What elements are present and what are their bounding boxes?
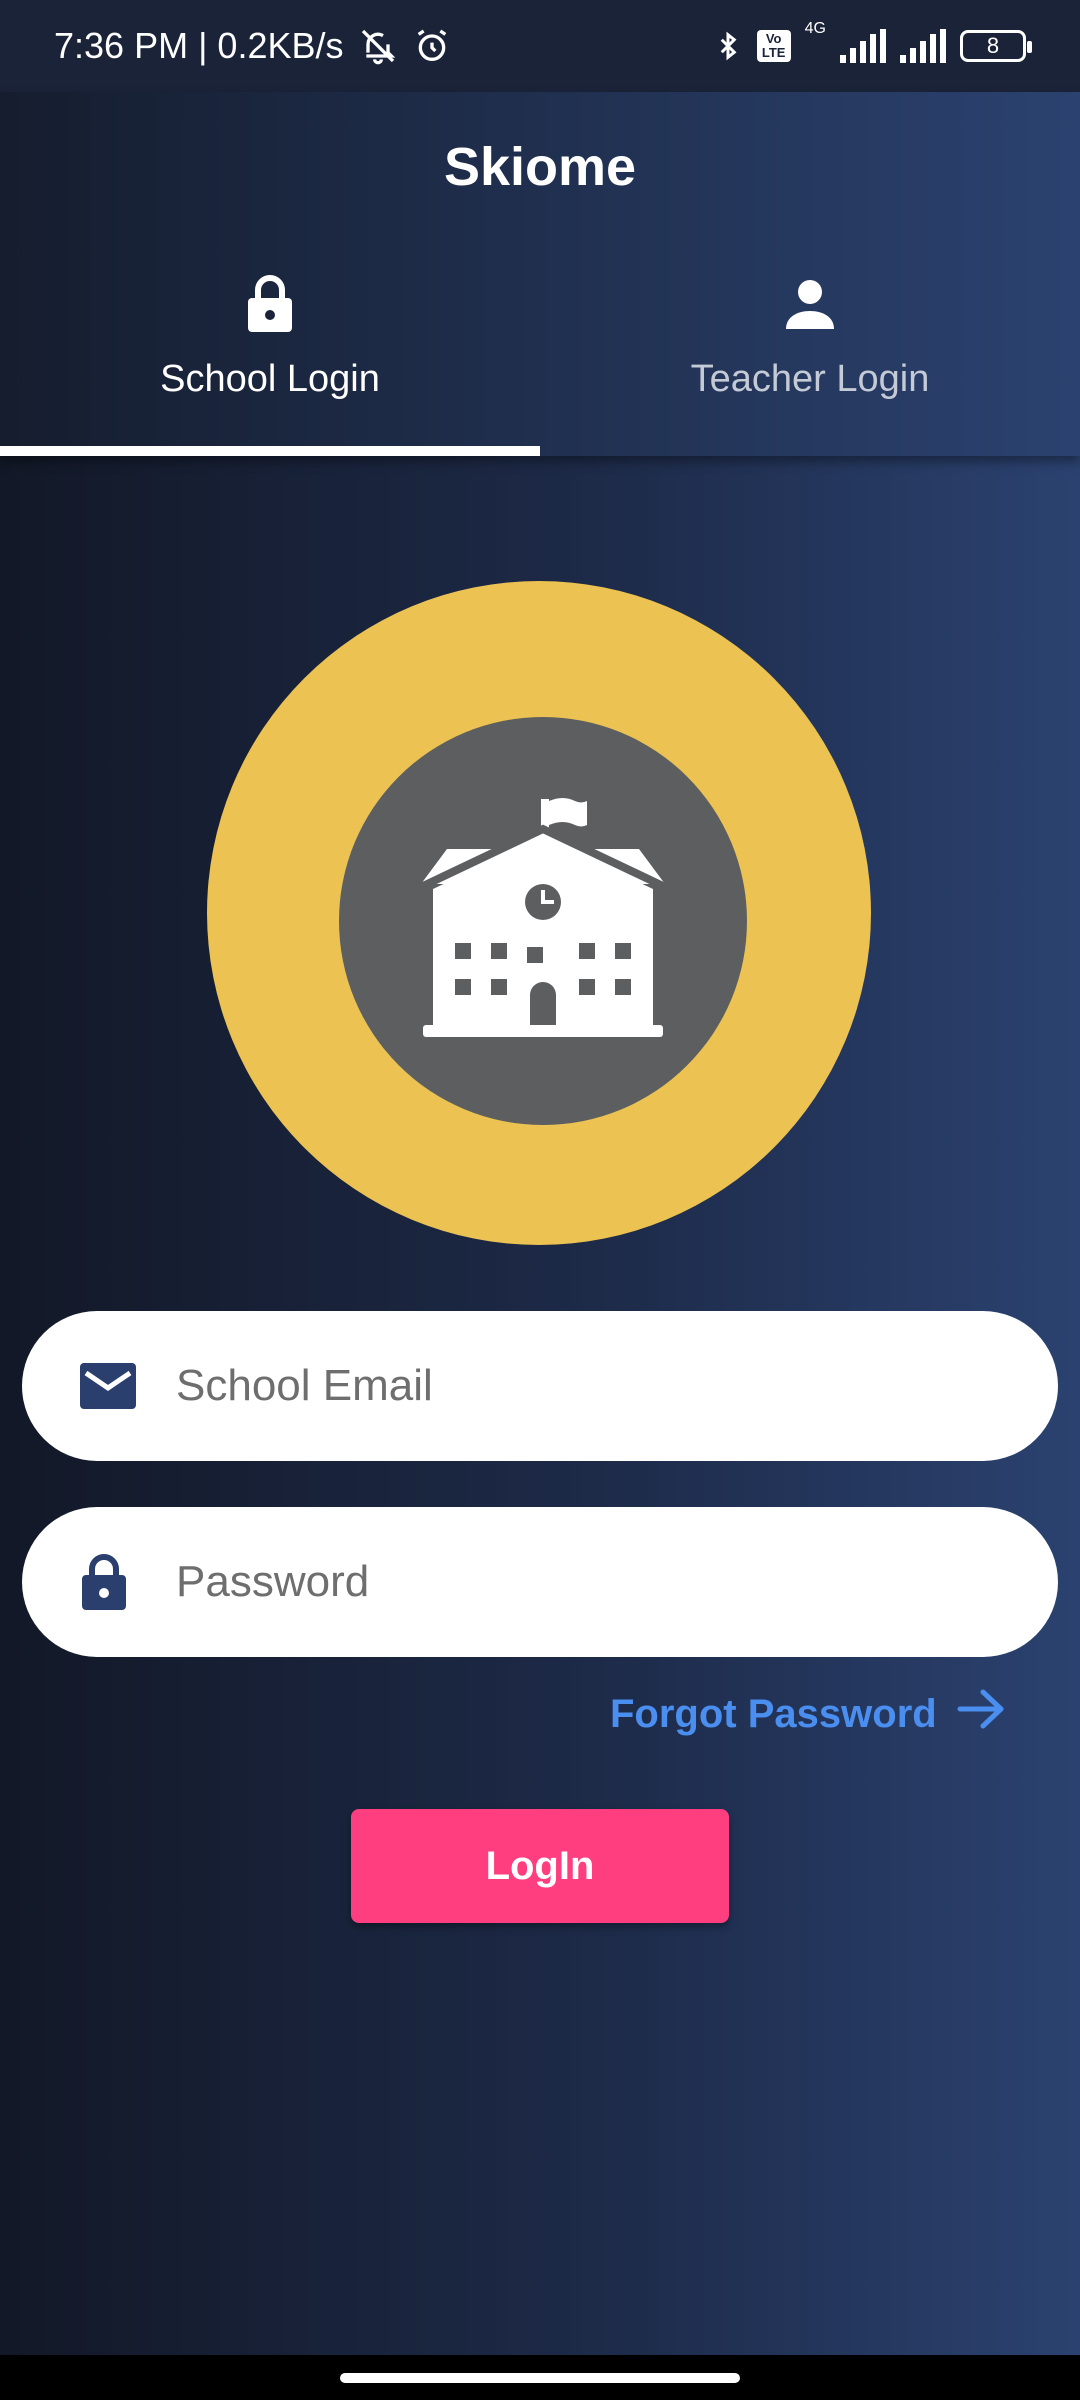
forgot-password-label: Forgot Password bbox=[610, 1691, 937, 1736]
person-icon bbox=[785, 272, 835, 336]
volte-icon: Vo LTE bbox=[756, 30, 791, 62]
app-header: Skiome School Login Teacher Login bbox=[0, 92, 1080, 456]
battery-icon: 8 bbox=[960, 30, 1032, 62]
home-indicator[interactable] bbox=[340, 2373, 740, 2383]
bluetooth-icon bbox=[713, 26, 743, 66]
password-field[interactable] bbox=[22, 1507, 1058, 1657]
battery-level: 8 bbox=[986, 33, 1000, 58]
email-input[interactable] bbox=[176, 1311, 1016, 1461]
status-time-speed: 7:36 PM | 0.2KB/s bbox=[54, 25, 344, 66]
app-title: Skiome bbox=[443, 137, 637, 197]
arrow-right-icon bbox=[957, 1689, 1005, 1739]
tab-teacher-login[interactable]: Teacher Login bbox=[540, 272, 1080, 456]
status-bar: 7:36 PM | 0.2KB/s Vo LTE 4G 8 bbox=[0, 0, 1080, 92]
lock-icon bbox=[80, 1553, 128, 1611]
bell-off-icon bbox=[358, 26, 398, 66]
tab-school-login-label: School Login bbox=[160, 358, 380, 400]
school-building-icon bbox=[403, 789, 683, 1054]
signal-icon bbox=[840, 29, 886, 63]
email-field[interactable] bbox=[22, 1311, 1058, 1461]
alarm-icon bbox=[412, 26, 452, 66]
mail-icon bbox=[80, 1363, 136, 1409]
tab-indicator bbox=[0, 446, 540, 456]
tab-teacher-login-label: Teacher Login bbox=[690, 358, 930, 400]
status-right: Vo LTE 4G 8 bbox=[713, 20, 1032, 66]
forgot-password-link[interactable]: Forgot Password bbox=[610, 1684, 1005, 1744]
signal-icon bbox=[900, 29, 946, 63]
login-button[interactable]: LogIn bbox=[351, 1809, 729, 1923]
password-input[interactable] bbox=[176, 1507, 1016, 1657]
logo-inner-circle bbox=[339, 717, 747, 1125]
network-type: 4G bbox=[804, 20, 826, 37]
lock-icon bbox=[246, 272, 294, 336]
tab-school-login[interactable]: School Login bbox=[0, 272, 540, 456]
status-left: 7:36 PM | 0.2KB/s bbox=[54, 25, 452, 67]
